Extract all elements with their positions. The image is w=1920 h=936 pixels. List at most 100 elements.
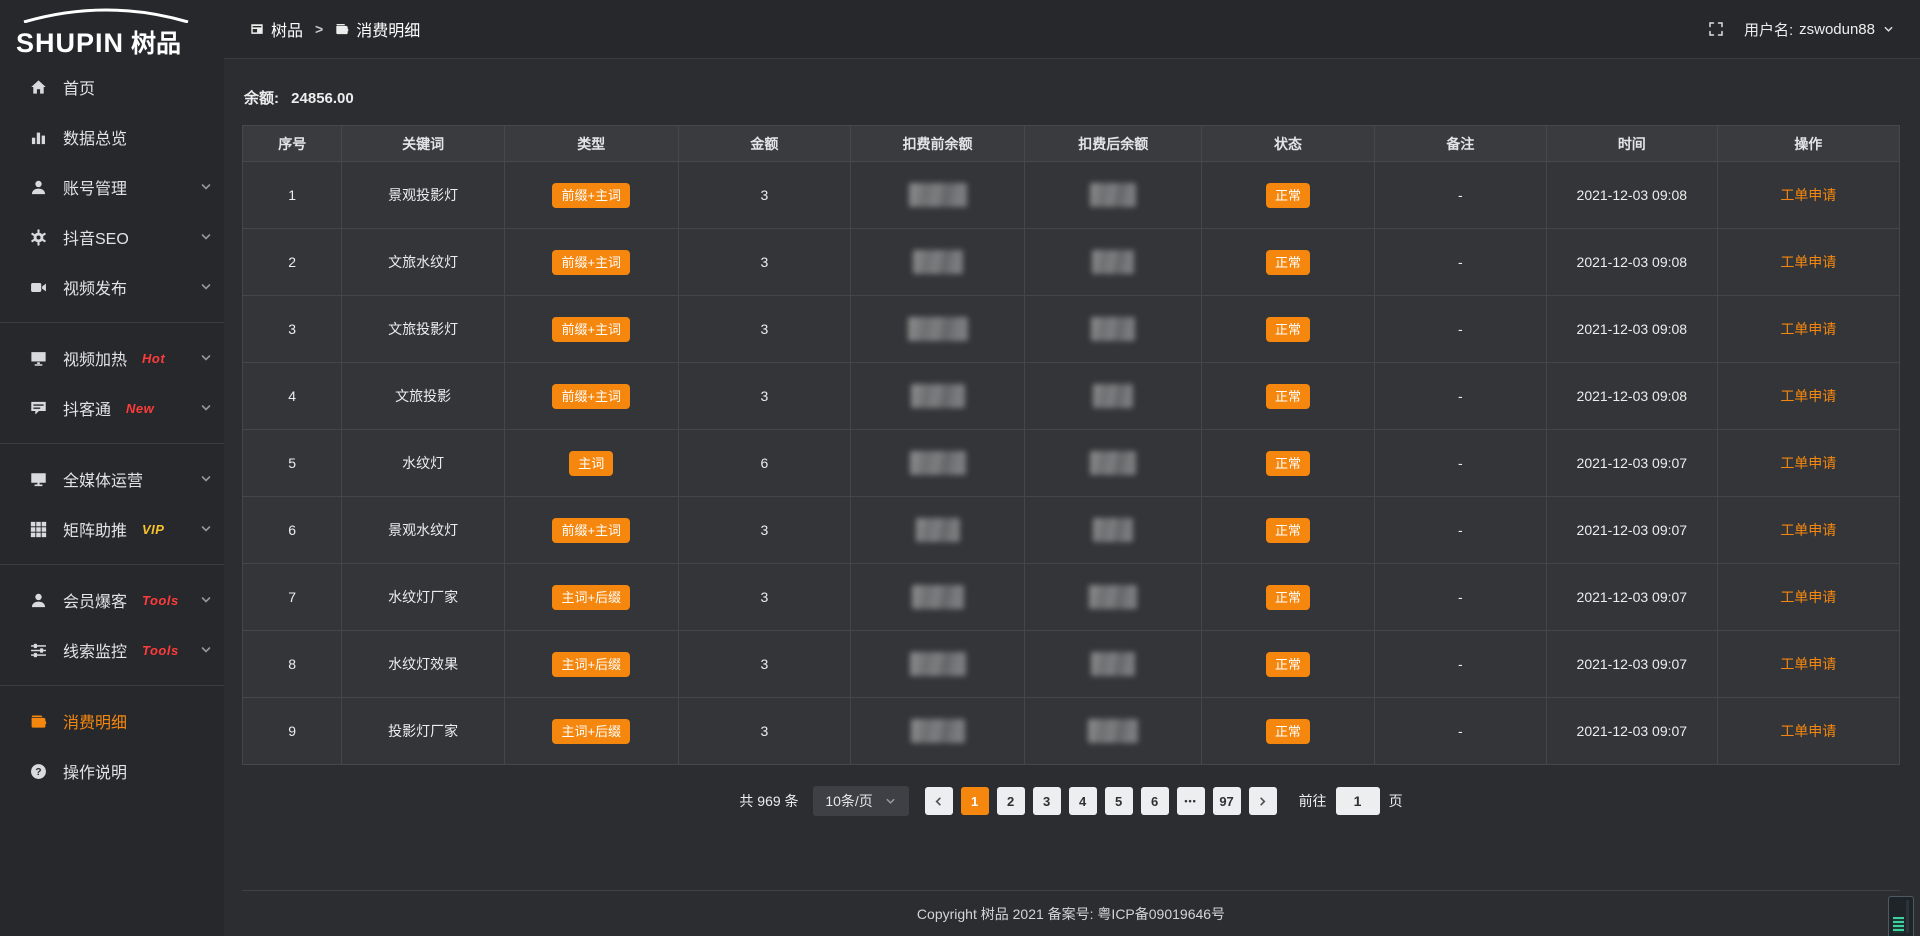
sidebar-item-all-media-operation[interactable]: 全媒体运营 [0, 454, 224, 504]
chevron-down-icon [200, 231, 212, 243]
page-ellipsis[interactable]: ••• [1177, 787, 1205, 815]
table-row: 3文旅投影灯前缀+主词3正常-2021-12-03 09:08工单申请 [243, 296, 1900, 363]
sidebar-item-label: 抖音SEO [63, 225, 129, 249]
masked-balance-after [1091, 652, 1135, 676]
ticket-apply-link[interactable]: 工单申请 [1780, 723, 1836, 739]
cell-remark: - [1374, 497, 1546, 564]
column-header: 时间 [1546, 126, 1717, 162]
type-badge: 主词 [569, 451, 613, 476]
cell-balance-after [1025, 631, 1202, 698]
cell-balance-after [1025, 430, 1202, 497]
menu-tag-tools: Tools [142, 643, 179, 658]
cell-balance-after [1025, 363, 1202, 430]
cell-index: 3 [243, 296, 342, 363]
page-button-2[interactable]: 2 [997, 787, 1025, 815]
masked-balance-before [916, 518, 960, 542]
cell-amount: 3 [678, 497, 850, 564]
breadcrumb-separator: > [315, 21, 323, 37]
menu-divider [0, 685, 224, 686]
sidebar-item-label: 数据总览 [63, 125, 127, 149]
sidebar-item-label: 线索监控 [63, 638, 127, 662]
ticket-apply-link[interactable]: 工单申请 [1780, 321, 1836, 337]
sidebar-item-home[interactable]: 首页 [0, 62, 224, 112]
cell-balance-before [851, 564, 1025, 631]
type-badge: 前缀+主词 [552, 518, 630, 543]
cell-action: 工单申请 [1717, 162, 1899, 229]
masked-balance-after [1093, 384, 1133, 408]
sidebar-item-instructions[interactable]: ?操作说明 [0, 746, 224, 796]
cell-remark: - [1374, 698, 1546, 765]
cell-type: 前缀+主词 [504, 162, 678, 229]
cell-balance-before [851, 631, 1025, 698]
sidebar-item-video-heat[interactable]: 视频加热Hot [0, 333, 224, 383]
type-badge: 主词+后缀 [552, 585, 630, 610]
sidebar-item-consumption-detail[interactable]: 消费明细 [0, 696, 224, 746]
sidebar-item-label: 全媒体运营 [63, 467, 143, 491]
sidebar-item-member-burst[interactable]: 会员爆客Tools [0, 575, 224, 625]
page-button-5[interactable]: 5 [1105, 787, 1133, 815]
breadcrumb-current-label: 消费明细 [356, 17, 420, 41]
cell-amount: 3 [678, 296, 850, 363]
sidebar-item-clue-monitor[interactable]: 线索监控 Tools [0, 625, 224, 675]
pager: 123456 ••• 97 [925, 787, 1277, 815]
breadcrumb-root[interactable]: 树品 [250, 17, 303, 41]
status-badge: 正常 [1266, 518, 1310, 543]
prev-page-button[interactable] [925, 787, 953, 815]
ticket-apply-link[interactable]: 工单申请 [1780, 187, 1836, 203]
masked-balance-before [911, 384, 965, 408]
sidebar-item-data-overview[interactable]: 数据总览 [0, 112, 224, 162]
cell-action: 工单申请 [1717, 430, 1899, 497]
cell-balance-before [851, 698, 1025, 765]
cell-time: 2021-12-03 09:07 [1546, 564, 1717, 631]
cell-type: 前缀+主词 [504, 363, 678, 430]
sidebar-item-douyin-seo[interactable]: 抖音SEO [0, 212, 224, 262]
menu-tag-tools: Tools [142, 593, 179, 608]
sidebar-item-douketong[interactable]: 抖客通New [0, 383, 224, 433]
menu-tag-new: New [126, 401, 154, 416]
ticket-apply-link[interactable]: 工单申请 [1780, 522, 1836, 538]
ticket-apply-link[interactable]: 工单申请 [1780, 388, 1836, 404]
table-row: 5水纹灯主词6正常-2021-12-03 09:07工单申请 [243, 430, 1900, 497]
ticket-apply-link[interactable]: 工单申请 [1780, 656, 1836, 672]
sidebar-item-account-management[interactable]: 账号管理 [0, 162, 224, 212]
cell-remark: - [1374, 229, 1546, 296]
goto-page-input[interactable] [1336, 787, 1380, 815]
cell-balance-after [1025, 564, 1202, 631]
page-size-select[interactable]: 10条/页 [813, 786, 909, 816]
masked-balance-after [1091, 317, 1135, 341]
breadcrumb-current[interactable]: 消费明细 [335, 17, 420, 41]
cell-amount: 3 [678, 631, 850, 698]
ticket-apply-link[interactable]: 工单申请 [1780, 455, 1836, 471]
cell-amount: 6 [678, 430, 850, 497]
chevron-down-icon [200, 473, 212, 485]
chevron-down-icon [200, 594, 212, 606]
cell-balance-after [1025, 162, 1202, 229]
sidebar-item-matrix-boost[interactable]: 矩阵助推VIP [0, 504, 224, 554]
ticket-apply-link[interactable]: 工单申请 [1780, 589, 1836, 605]
masked-balance-after [1089, 585, 1137, 609]
sidebar-item-label: 操作说明 [63, 759, 127, 783]
monitor-icon [30, 471, 47, 488]
cell-status: 正常 [1202, 497, 1374, 564]
user-menu[interactable]: 用户名: zswodun88 [1744, 19, 1894, 40]
masked-balance-before [913, 250, 963, 274]
page-button-3[interactable]: 3 [1033, 787, 1061, 815]
page-button-4[interactable]: 4 [1069, 787, 1097, 815]
column-header: 操作 [1717, 126, 1899, 162]
cell-time: 2021-12-03 09:08 [1546, 229, 1717, 296]
next-page-button[interactable] [1249, 787, 1277, 815]
sidebar-item-label: 视频加热 [63, 346, 127, 370]
cell-remark: - [1374, 162, 1546, 229]
cell-remark: - [1374, 296, 1546, 363]
page-button-6[interactable]: 6 [1141, 787, 1169, 815]
page-button-97[interactable]: 97 [1213, 787, 1241, 815]
sidebar-item-video-publish[interactable]: 视频发布 [0, 262, 224, 312]
fullscreen-icon[interactable] [1708, 21, 1724, 37]
cell-time: 2021-12-03 09:07 [1546, 698, 1717, 765]
ticket-apply-link[interactable]: 工单申请 [1780, 254, 1836, 270]
page-button-1[interactable]: 1 [961, 787, 989, 815]
cell-type: 主词+后缀 [504, 564, 678, 631]
chevron-down-icon [200, 402, 212, 414]
status-badge: 正常 [1266, 451, 1310, 476]
cell-balance-after [1025, 296, 1202, 363]
